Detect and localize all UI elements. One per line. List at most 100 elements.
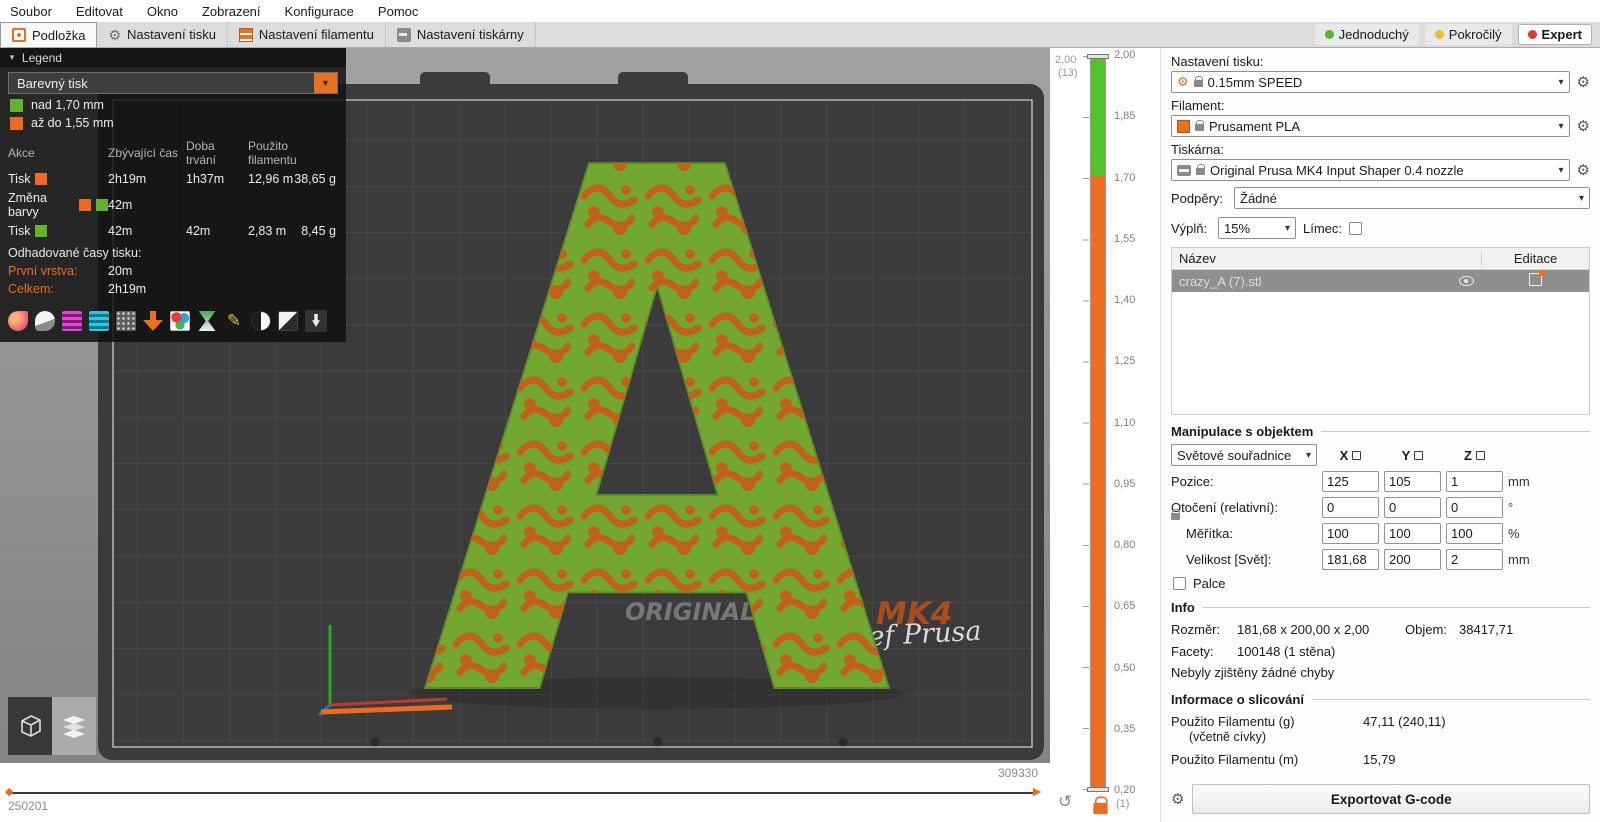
slider-handle-right[interactable]: ► xyxy=(1030,783,1044,799)
vslider-tick-labels: 2,00 1,85 1,70 1,55 1,40 1,25 1,10 0,95 0,80… xyxy=(1114,49,1136,796)
vslider-lower-handle[interactable] xyxy=(1087,787,1109,792)
mode-expert[interactable]: Expert xyxy=(1517,24,1592,45)
filament-settings-gear-button[interactable]: ⚙ xyxy=(1577,117,1590,135)
position-z-input[interactable]: 1 xyxy=(1446,471,1503,492)
mode-jednoduchy[interactable]: Jednoduchý xyxy=(1314,24,1419,45)
orange-swatch-icon xyxy=(35,173,48,185)
place-on-bed-icon[interactable] xyxy=(143,311,163,331)
used-m-label: Použito Filamentu (m) xyxy=(1171,752,1299,767)
speed-view-icon[interactable] xyxy=(116,311,136,331)
export-view-icon[interactable] xyxy=(305,310,327,332)
coordinate-system-select[interactable]: Světové souřadnice ▾ xyxy=(1171,444,1317,466)
menu-zobrazeni[interactable]: Zobrazení xyxy=(202,4,261,19)
cell-used: 12,96 m 38,65 g xyxy=(248,172,336,186)
uniform-scale-lock-icon[interactable] xyxy=(1171,509,1180,520)
supports-select[interactable]: Žádné ▾ xyxy=(1234,187,1590,209)
filament-profile-select[interactable]: Prusament PLA ▾ xyxy=(1171,115,1570,137)
green-swatch-icon xyxy=(10,98,23,112)
position-x-input[interactable]: 125 xyxy=(1322,471,1379,492)
cell-remaining: 2h19m xyxy=(108,172,147,186)
coordinate-system-value: Světové souřadnice xyxy=(1177,447,1292,463)
menu-editovat[interactable]: Editovat xyxy=(76,4,123,19)
printer-label: Tiskárna: xyxy=(1171,142,1224,157)
menu-konfigurace[interactable]: Konfigurace xyxy=(285,4,354,19)
scale-y-input[interactable]: 100 xyxy=(1384,523,1441,544)
cell-remaining: 42m xyxy=(108,198,133,212)
size-z-input[interactable]: 2 xyxy=(1446,549,1503,570)
axis-z-header: Z xyxy=(1446,448,1503,463)
legend-title: Legend xyxy=(21,50,62,65)
rotation-y-input[interactable]: 0 xyxy=(1384,497,1441,518)
undo-icon[interactable]: ↺ xyxy=(1058,792,1072,812)
settings-tab-bar: Podložka ⚙ Nastavení tisku Nastavení fil… xyxy=(0,22,1600,48)
tab-nastaveni-tiskarny[interactable]: Nastavení tiskárny xyxy=(386,22,536,47)
scale-z-input[interactable]: 100 xyxy=(1446,523,1503,544)
printer-profile-select[interactable]: Original Prusa MK4 Input Shaper 0.4 nozz… xyxy=(1171,159,1570,181)
slider-track[interactable] xyxy=(8,792,1036,794)
infill-brim-row: Výplň: 15% ▾ Límec: xyxy=(1171,217,1590,239)
supports-value: Žádné xyxy=(1240,190,1277,206)
eye-icon[interactable] xyxy=(1459,276,1474,286)
col-editace: Editace xyxy=(1481,251,1589,266)
wireframe-view-icon[interactable] xyxy=(278,311,298,331)
filament-settings-icon xyxy=(238,27,253,42)
layer-height-icon[interactable] xyxy=(89,311,109,331)
model-letter-a[interactable]: A A xyxy=(421,48,897,763)
edit-color-icon[interactable]: ✎ xyxy=(224,311,244,331)
legend-swatch-row: nad 1,70 mm xyxy=(0,96,346,114)
size-x-input[interactable]: 181,68 xyxy=(1322,549,1379,570)
menu-soubor[interactable]: Soubor xyxy=(10,4,52,19)
vslider-upper-handle[interactable] xyxy=(1087,54,1109,59)
chevron-down-icon: ▾ xyxy=(1558,120,1564,132)
color-print-icon[interactable] xyxy=(35,311,55,331)
horizontal-move-slider[interactable]: ◆ ► xyxy=(5,783,1044,799)
legend-swatch-row: až do 1,55 mm xyxy=(0,114,346,132)
print-settings-label: Nastavení tisku: xyxy=(1171,54,1264,69)
seams-icon[interactable] xyxy=(8,311,28,331)
filament-colors-icon[interactable] xyxy=(170,311,190,331)
shells-view-icon[interactable] xyxy=(251,311,271,331)
lock-handles-icon[interactable] xyxy=(1093,796,1108,815)
object-name: crazy_A (7).stl xyxy=(1179,273,1262,289)
bottom-slider-strip: 309330 ◆ ► 250201 xyxy=(0,763,1050,822)
menu-pomoc[interactable]: Pomoc xyxy=(378,4,418,19)
tab-podlozka[interactable]: Podložka xyxy=(0,22,98,47)
export-gcode-button[interactable]: Exportovat G-code xyxy=(1192,784,1590,814)
feature-types-icon[interactable] xyxy=(62,311,82,331)
axis-x-header: X xyxy=(1322,448,1379,463)
used-g-sublabel: (včetně cívky) xyxy=(1189,730,1267,744)
export-settings-gear-button[interactable]: ⚙ xyxy=(1171,790,1184,808)
viewport-3d[interactable]: ORIGINAL PRUSA MK4 Josef Prusa A A ▼ Leg… xyxy=(0,48,1050,763)
view-type-select[interactable]: Barevný tisk ▼ xyxy=(8,72,338,94)
inches-row: Palce xyxy=(1173,576,1590,591)
print-profile-select[interactable]: ⚙ 0.15mm SPEED ▾ xyxy=(1171,71,1570,93)
scale-x-input[interactable]: 100 xyxy=(1322,523,1379,544)
vertical-layer-slider[interactable] xyxy=(1090,56,1106,790)
edit-object-icon[interactable] xyxy=(1528,270,1545,286)
tab-nastaveni-tisku[interactable]: ⚙ Nastavení tisku xyxy=(97,22,228,47)
infill-select[interactable]: 15% ▾ xyxy=(1218,217,1296,239)
brim-checkbox[interactable] xyxy=(1349,221,1363,235)
object-row[interactable]: crazy_A (7).stl xyxy=(1172,270,1589,292)
inches-checkbox[interactable] xyxy=(1173,577,1186,590)
volume-label: Objem: xyxy=(1405,622,1447,637)
view-3d-button[interactable] xyxy=(8,697,52,755)
rotation-z-input[interactable]: 0 xyxy=(1446,497,1503,518)
dropdown-button[interactable]: ▼ xyxy=(314,73,337,93)
mode-pokrocily[interactable]: Pokročilý xyxy=(1424,24,1512,45)
size-y-input[interactable]: 200 xyxy=(1384,549,1441,570)
tab-nastaveni-filamentu[interactable]: Nastavení filamentu xyxy=(228,22,386,47)
position-y-input[interactable]: 105 xyxy=(1384,471,1441,492)
slider-handle-left[interactable]: ◆ xyxy=(5,785,13,798)
legend-header[interactable]: ▼ Legend xyxy=(0,48,346,67)
print-time-icon[interactable] xyxy=(198,311,216,331)
printer-settings-gear-button[interactable]: ⚙ xyxy=(1577,161,1590,179)
print-settings-gear-button[interactable]: ⚙ xyxy=(1577,73,1590,91)
rotation-x-input[interactable]: 0 xyxy=(1322,497,1379,518)
menu-okno[interactable]: Okno xyxy=(147,4,178,19)
tab-label: Nastavení filamentu xyxy=(258,27,374,42)
simple-mode-dot-icon xyxy=(1324,30,1334,39)
view-layers-button[interactable] xyxy=(52,697,96,755)
filament-color-icon xyxy=(1177,119,1190,133)
size-label: Velikost [Svět]: xyxy=(1186,552,1272,567)
